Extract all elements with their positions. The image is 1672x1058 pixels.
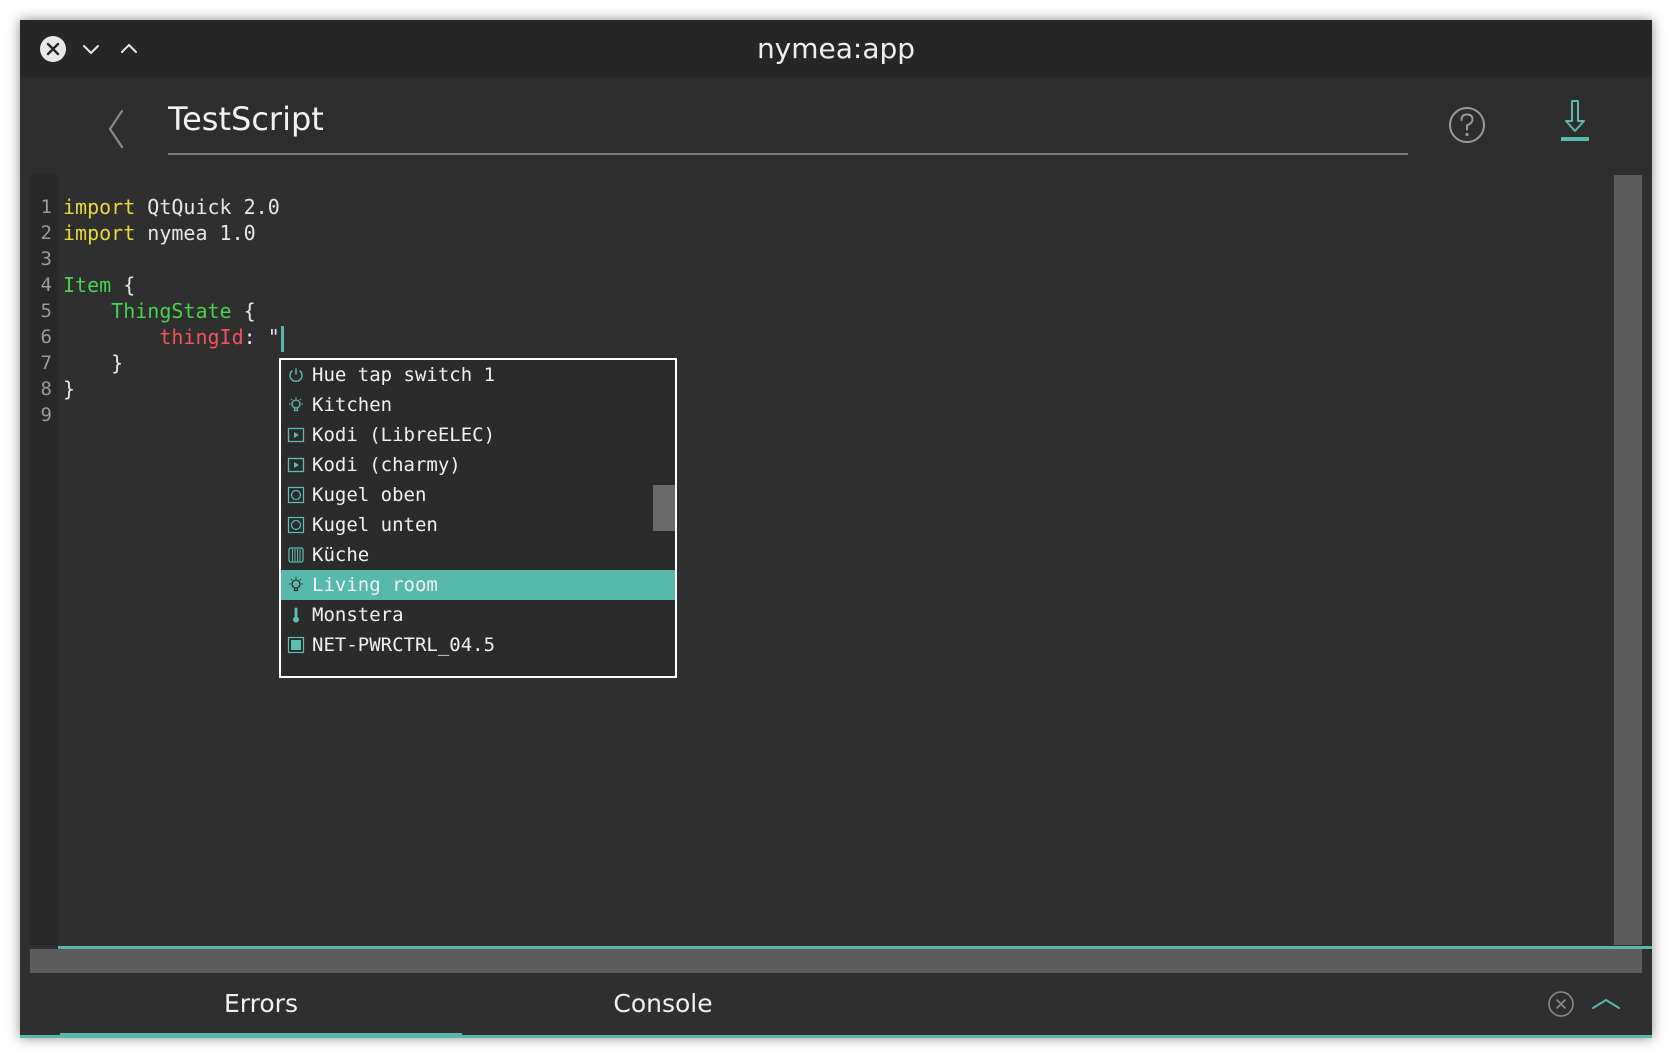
completion-item[interactable]: Kugel oben — [281, 480, 645, 510]
code-line: thingId: " — [63, 323, 284, 352]
completion-item[interactable]: Kugel unten — [281, 510, 645, 540]
property-name: thingId — [159, 325, 244, 349]
help-icon — [1449, 107, 1485, 143]
code-editor[interactable]: 1 2 3 4 5 6 7 8 9 import QtQuick 2.0 imp… — [30, 175, 1624, 945]
type-name: ThingState — [111, 299, 232, 323]
chevron-up-icon — [1592, 998, 1620, 1009]
line-number-gutter: 1 2 3 4 5 6 7 8 9 — [30, 175, 58, 945]
text-cursor — [280, 325, 284, 352]
bottom-divider — [20, 1035, 1652, 1038]
line-number: 7 — [40, 352, 52, 374]
autocomplete-popup[interactable]: Hue tap switch 1 Kitchen Kodi (LibreELEC… — [279, 358, 677, 678]
window-title: nymea:app — [756, 32, 916, 65]
completion-item[interactable]: Kodi (LibreELEC) — [281, 420, 645, 450]
lamp-icon — [287, 516, 305, 534]
completion-label: Hue tap switch 1 — [312, 364, 496, 386]
chevron-left-icon — [108, 109, 124, 149]
tab-console[interactable]: Console — [462, 973, 864, 1035]
completion-item[interactable]: Kitchen — [281, 390, 645, 420]
light-bulb-icon — [289, 577, 303, 592]
code-line: } — [63, 377, 76, 401]
code-text: { — [111, 273, 136, 297]
completion-item-selected[interactable]: Living room — [281, 570, 675, 600]
code-text: QtQuick 2.0 — [135, 195, 280, 219]
header — [20, 77, 1652, 175]
close-icon — [1548, 991, 1574, 1017]
bottom-panel: Errors Console — [20, 973, 1652, 1038]
radiator-icon — [288, 547, 304, 563]
code-text: : " — [243, 325, 280, 349]
script-name-input[interactable] — [168, 91, 1408, 147]
keyword: import — [63, 221, 136, 245]
help-button[interactable] — [1447, 105, 1487, 145]
completion-item[interactable]: Monstera — [281, 600, 645, 630]
line-number: 4 — [40, 274, 52, 296]
completion-item[interactable]: Hue tap switch 1 — [281, 360, 645, 390]
completion-label: Kodi (charmy) — [312, 454, 461, 476]
media-player-icon — [287, 427, 305, 443]
code-line: } — [63, 351, 124, 375]
editor-vertical-scrollbar[interactable] — [1614, 175, 1642, 945]
code-text: nymea 1.0 — [135, 221, 256, 245]
completion-label: Living room — [312, 574, 438, 596]
completion-label: Kugel unten — [312, 514, 438, 536]
expand-panel-button[interactable] — [1590, 990, 1622, 1018]
line-number: 8 — [40, 378, 52, 400]
code-line: import nymea 1.0 — [63, 219, 256, 247]
keyword: import — [63, 195, 136, 219]
code-text: { — [231, 299, 256, 323]
thermometer-icon — [293, 607, 299, 623]
completion-item[interactable]: Kodi (charmy) — [281, 450, 645, 480]
app-window: nymea:app 1 2 — [20, 20, 1652, 1038]
completion-label: Küche — [312, 544, 370, 566]
title-bar: nymea:app — [20, 20, 1652, 77]
tab-errors[interactable]: Errors — [60, 973, 462, 1035]
power-icon — [289, 368, 303, 382]
lamp-icon — [287, 486, 305, 504]
completion-item[interactable]: Küche — [281, 540, 645, 570]
completion-label: Kugel oben — [312, 484, 427, 506]
light-bulb-icon — [289, 397, 303, 412]
code-line: ThingState { — [63, 297, 256, 325]
script-name-field[interactable] — [168, 91, 1408, 155]
line-number: 1 — [40, 196, 52, 218]
completion-label: Kitchen — [312, 394, 393, 416]
line-number: 9 — [40, 404, 52, 426]
save-button[interactable] — [1558, 99, 1592, 145]
completion-item[interactable]: NET-PWRCTRL_04.5 — [281, 630, 645, 660]
power-socket-icon — [287, 636, 305, 654]
line-number: 2 — [40, 222, 52, 244]
download-icon — [1561, 100, 1589, 141]
code-line: import QtQuick 2.0 — [63, 193, 280, 221]
type-name: Item — [63, 273, 112, 297]
code-line: Item { — [63, 271, 135, 299]
clear-button[interactable] — [1547, 990, 1575, 1018]
line-number: 3 — [40, 248, 52, 270]
media-player-icon — [287, 457, 305, 473]
back-button[interactable] — [98, 105, 134, 153]
completion-label: NET-PWRCTRL_04.5 — [312, 634, 496, 656]
completion-scrollbar-handle[interactable] — [653, 485, 675, 531]
line-number: 6 — [40, 326, 52, 348]
completion-label: Kodi (LibreELEC) — [312, 424, 496, 446]
line-number: 5 — [40, 300, 52, 322]
editor-horizontal-scrollbar[interactable] — [30, 949, 1642, 973]
completion-label: Monstera — [312, 604, 404, 626]
